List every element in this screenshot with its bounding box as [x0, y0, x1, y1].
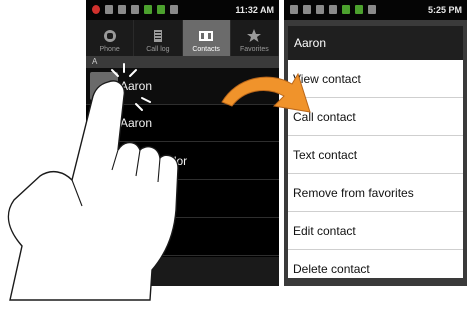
menu-item-view-contact[interactable]: View contact [288, 60, 463, 98]
star-icon [247, 29, 262, 42]
contacts-icon [199, 31, 214, 41]
contact-name: Aaron [120, 79, 153, 93]
status-bar: 5:25 PM [284, 0, 467, 20]
tab-label: Contacts [192, 46, 220, 53]
list-item[interactable]: Aaron [86, 68, 279, 105]
menu-item-text-contact[interactable]: Text contact [288, 136, 463, 174]
contact-name: x [136, 192, 142, 206]
section-letter: A [92, 57, 98, 66]
battery-icon [157, 5, 165, 14]
list-item[interactable]: ntin [86, 219, 279, 256]
settings-icon [303, 5, 311, 14]
avatar [90, 72, 118, 100]
contact-name: Aaron [120, 116, 153, 130]
usb-icon [290, 5, 298, 14]
menu-item-edit-contact[interactable]: Edit contact [288, 212, 463, 250]
tab-call-log[interactable]: Call log [134, 20, 183, 56]
contact-name: Aaron Taylor [120, 154, 188, 168]
alarm-icon [170, 5, 178, 14]
tab-phone[interactable]: Phone [86, 20, 135, 56]
status-bar: 11:32 AM [86, 0, 279, 20]
signal-icon [144, 5, 152, 14]
tab-contacts[interactable]: Contacts [182, 20, 231, 56]
list-item[interactable]: x [86, 181, 279, 218]
usb-icon [105, 5, 113, 14]
notification-icon [92, 5, 100, 14]
battery-icon [355, 5, 363, 14]
tab-label: Call log [146, 46, 170, 53]
list-item[interactable]: Aaron Taylor [86, 143, 279, 180]
menu-title: Aaron [288, 26, 463, 60]
tab-bar: Phone Call log Contacts Favorites [86, 20, 279, 56]
signal-icon [342, 5, 350, 14]
menu-item-delete-contact[interactable]: Delete contact [288, 250, 463, 278]
list-item[interactable] [86, 257, 279, 286]
tab-label: Phone [99, 46, 120, 53]
contact-options-screen: 5:25 PM Aaron View contact Call contact … [284, 0, 467, 286]
context-menu: Aaron View contact Call contact Text con… [288, 26, 463, 278]
settings-icon [118, 5, 126, 14]
contact-name: ntin [134, 230, 154, 244]
menu-item-remove-favorites[interactable]: Remove from favorites [288, 174, 463, 212]
tab-label: Favorites [239, 46, 269, 53]
status-time: 11:32 AM [235, 5, 274, 15]
alarm-icon [368, 5, 376, 14]
phone-icon [103, 30, 116, 42]
avatar [90, 147, 118, 175]
menu-item-call-contact[interactable]: Call contact [288, 98, 463, 136]
section-header: A [86, 56, 279, 68]
sync-icon [329, 5, 337, 14]
status-time: 5:25 PM [427, 5, 462, 15]
wifi-icon [131, 5, 139, 14]
list-item[interactable]: Aaron [86, 105, 279, 142]
tab-favorites[interactable]: Favorites [231, 20, 279, 56]
wifi-icon [316, 5, 324, 14]
call-log-icon [153, 30, 162, 42]
contacts-screen: 11:32 AM Phone Call log Contacts Favorit… [86, 0, 279, 286]
